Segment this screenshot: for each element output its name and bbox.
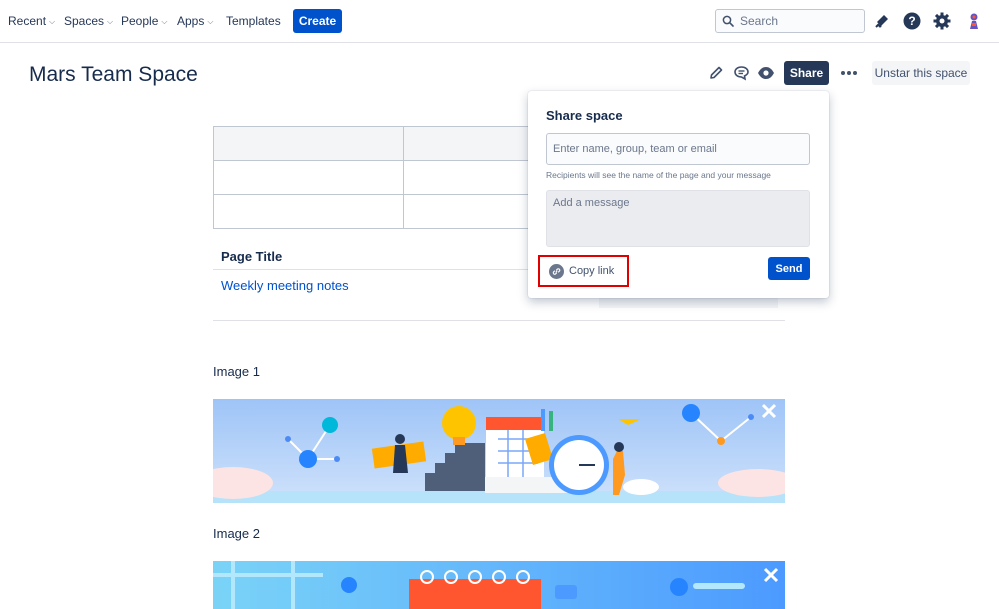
notifications-icon[interactable] (872, 11, 892, 31)
copy-link-label: Copy link (569, 265, 615, 277)
banner-image-1[interactable] (213, 399, 785, 503)
send-button[interactable]: Send (768, 257, 810, 280)
search-input[interactable] (740, 14, 850, 28)
chevron-down-icon: ⌵ (161, 16, 168, 26)
top-navigation: Recent ⌵ Spaces ⌵ People ⌵ Apps ⌵ Templates … (0, 0, 999, 43)
share-button[interactable]: Share (784, 61, 829, 85)
link-icon (549, 263, 564, 279)
edit-icon[interactable] (706, 63, 726, 83)
avatar[interactable] (964, 11, 984, 31)
chevron-down-icon: ⌵ (107, 16, 114, 26)
nav-spaces[interactable]: Spaces ⌵ (64, 14, 113, 28)
chevron-down-icon: ⌵ (207, 16, 214, 26)
recipients-input[interactable] (546, 133, 810, 165)
settings-icon[interactable] (932, 11, 952, 31)
nav-templates-label: Templates (226, 14, 281, 28)
banner-image-2[interactable] (213, 561, 785, 609)
help-icon[interactable]: ? (902, 11, 922, 31)
svg-text:?: ? (908, 14, 915, 28)
unstar-space-button[interactable]: Unstar this space (872, 61, 970, 85)
image-2-label: Image 2 (213, 526, 260, 541)
table-cell[interactable] (212, 160, 405, 195)
weekly-meeting-notes-link[interactable]: Weekly meeting notes (221, 278, 349, 293)
search-icon (722, 15, 734, 27)
share-space-popover: Share space Recipients will see the name… (528, 91, 829, 298)
nav-people-label: People (121, 14, 159, 28)
message-input[interactable] (546, 190, 810, 247)
create-button[interactable]: Create (293, 9, 342, 33)
more-icon[interactable] (838, 62, 860, 84)
banner-illustration-1 (213, 399, 785, 503)
nav-templates[interactable]: Templates (226, 14, 281, 28)
watch-icon[interactable] (756, 63, 776, 83)
copy-link-button[interactable]: Copy link (538, 255, 629, 287)
nav-recent-label: Recent (8, 14, 47, 28)
nav-people[interactable]: People ⌵ (121, 14, 167, 28)
page-title: Mars Team Space (29, 63, 198, 86)
page-title-header-label: Page Title (221, 249, 283, 264)
nav-spaces-label: Spaces (64, 14, 105, 28)
chevron-down-icon: ⌵ (49, 16, 56, 26)
comment-icon[interactable] (731, 63, 751, 83)
table-cell[interactable] (212, 126, 405, 161)
table-cell[interactable] (212, 194, 405, 229)
divider (213, 320, 785, 321)
nav-apps-label: Apps (177, 14, 205, 28)
banner-illustration-2 (213, 561, 785, 609)
recipients-hint: Recipients will see the name of the page… (546, 170, 771, 180)
nav-apps[interactable]: Apps ⌵ (177, 14, 213, 28)
share-space-title: Share space (546, 108, 623, 123)
nav-recent[interactable]: Recent ⌵ (8, 14, 55, 28)
image-1-label: Image 1 (213, 364, 260, 379)
search-box[interactable] (715, 9, 865, 33)
